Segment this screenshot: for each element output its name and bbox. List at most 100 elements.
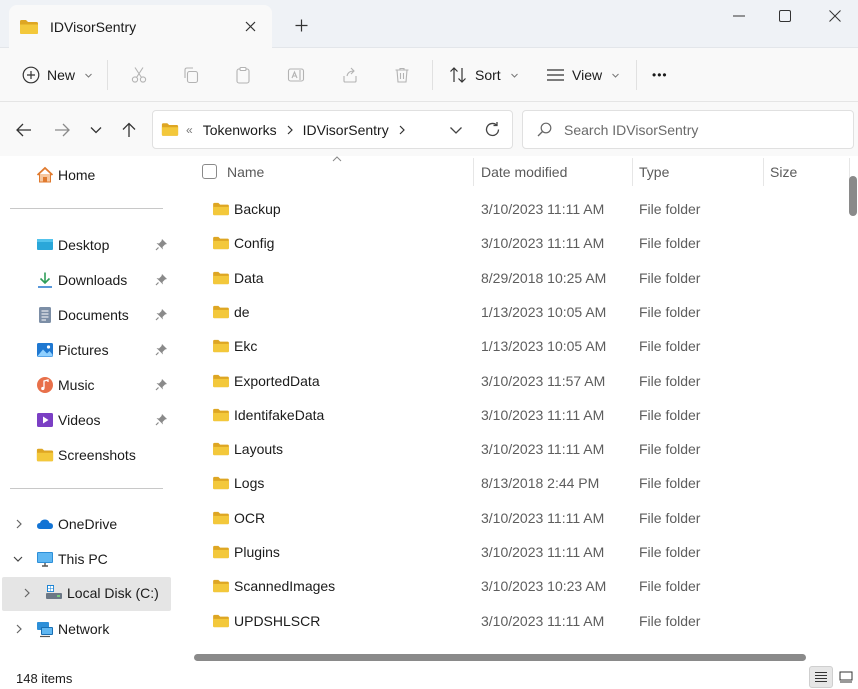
file-name: Logs: [234, 475, 265, 492]
pin-icon[interactable]: [155, 378, 168, 391]
sidebar-item-desktop[interactable]: Desktop: [0, 229, 172, 261]
sidebar-item-network[interactable]: Network: [0, 613, 172, 645]
sidebar-item-pictures[interactable]: Pictures: [0, 334, 172, 366]
folder-icon: [213, 237, 229, 250]
column-divider[interactable]: [473, 158, 474, 186]
details-view-button[interactable]: [809, 666, 833, 688]
table-row[interactable]: Layouts 3/10/2023 11:11 AM File folder: [202, 432, 842, 466]
sidebar-item-videos[interactable]: Videos: [0, 404, 172, 436]
table-row[interactable]: ScannedImages 3/10/2023 10:23 AM File fold…: [202, 569, 842, 603]
minimize-button[interactable]: [716, 0, 762, 32]
chevron-down-icon[interactable]: [449, 123, 463, 137]
table-row[interactable]: UPDSHLSCR 3/10/2023 11:11 AM File folder: [202, 604, 842, 638]
rename-button[interactable]: [280, 59, 312, 91]
file-type: File folder: [639, 338, 701, 355]
maximize-icon: [779, 10, 791, 22]
sidebar-item-music[interactable]: Music: [0, 369, 172, 401]
sidebar-item-home[interactable]: Home: [0, 159, 172, 191]
file-date-modified: 8/13/2018 2:44 PM: [481, 475, 600, 492]
refresh-icon[interactable]: [484, 121, 501, 138]
search-box[interactable]: [522, 110, 854, 149]
breadcrumb-overflow[interactable]: «: [186, 123, 193, 137]
cut-button[interactable]: [123, 59, 155, 91]
column-divider[interactable]: [763, 158, 764, 186]
view-button[interactable]: View: [546, 59, 620, 91]
chevron-right-icon[interactable]: [286, 125, 294, 135]
sidebar-item-label: Downloads: [58, 272, 128, 288]
column-divider[interactable]: [632, 158, 633, 186]
toolbar-divider: [432, 60, 433, 90]
home-icon: [36, 166, 54, 183]
arrow-left-icon: [16, 123, 31, 137]
clipboard-icon: [236, 66, 250, 84]
vertical-scrollbar[interactable]: [849, 176, 857, 216]
pin-icon[interactable]: [155, 238, 168, 251]
sidebar-item-this-pc[interactable]: This PC: [0, 543, 172, 575]
table-row[interactable]: ExportedData 3/10/2023 11:57 AM File folde…: [202, 364, 842, 398]
sort-button[interactable]: Sort: [449, 59, 519, 91]
close-window-button[interactable]: [812, 0, 858, 32]
table-row[interactable]: Ekc 1/13/2023 10:05 AM File folder: [202, 329, 842, 363]
paste-button[interactable]: [227, 59, 259, 91]
pin-icon[interactable]: [155, 308, 168, 321]
chevron-right-icon[interactable]: [22, 587, 32, 599]
up-button[interactable]: [117, 118, 141, 142]
column-header-date[interactable]: Date modified: [481, 156, 567, 188]
file-date-modified: 3/10/2023 11:11 AM: [481, 406, 605, 423]
pictures-icon: [37, 343, 53, 357]
folder-icon: [213, 580, 229, 593]
table-row[interactable]: Plugins 3/10/2023 11:11 AM File folder: [202, 535, 842, 569]
new-tab-button[interactable]: [290, 14, 312, 36]
breadcrumb-idvisorsentry[interactable]: IDVisorSentry: [303, 122, 389, 138]
table-row[interactable]: Logs 8/13/2018 2:44 PM File folder: [202, 466, 842, 500]
chevron-right-icon[interactable]: [398, 125, 406, 135]
table-row[interactable]: de 1/13/2023 10:05 AM File folder: [202, 295, 842, 329]
delete-button[interactable]: [386, 59, 418, 91]
column-header-type[interactable]: Type: [639, 156, 669, 188]
new-button[interactable]: New: [22, 59, 93, 91]
column-header-name[interactable]: Name: [227, 156, 264, 188]
details-view-icon: [815, 672, 827, 682]
command-bar: New Sort View •••: [0, 48, 858, 102]
table-row[interactable]: Backup 3/10/2023 11:11 AM File folder: [202, 192, 842, 226]
maximize-button[interactable]: [762, 0, 808, 32]
folder-icon: [213, 614, 229, 627]
share-button[interactable]: [334, 59, 366, 91]
chevron-right-icon[interactable]: [14, 623, 24, 635]
close-icon: [829, 10, 841, 22]
more-options-button[interactable]: •••: [652, 59, 668, 91]
file-date-modified: 3/10/2023 11:57 AM: [481, 372, 606, 389]
file-name: Layouts: [234, 441, 284, 458]
back-button[interactable]: [12, 118, 36, 142]
select-all-checkbox[interactable]: [202, 164, 217, 179]
pin-icon[interactable]: [155, 343, 168, 356]
minimize-icon: [733, 15, 745, 17]
large-icons-view-button[interactable]: [834, 666, 858, 688]
recent-locations-button[interactable]: [84, 118, 108, 142]
close-tab-button[interactable]: [242, 18, 258, 34]
file-name: OCR: [234, 509, 266, 526]
horizontal-scrollbar[interactable]: [194, 654, 806, 661]
search-input[interactable]: [564, 121, 834, 138]
sidebar-item-label: Network: [58, 621, 110, 637]
tab-idvisorsentry[interactable]: IDVisorSentry: [9, 5, 272, 48]
table-row[interactable]: Config 3/10/2023 11:11 AM File folder: [202, 226, 842, 260]
folder-icon: [20, 19, 38, 34]
chevron-down-icon[interactable]: [13, 553, 23, 565]
forward-button[interactable]: [50, 118, 74, 142]
chevron-right-icon[interactable]: [14, 518, 24, 530]
pin-icon[interactable]: [155, 413, 168, 426]
sidebar-item-local-disk[interactable]: Local Disk (C:): [2, 577, 171, 611]
table-row[interactable]: OCR 3/10/2023 11:11 AM File folder: [202, 501, 842, 535]
sidebar-item-onedrive[interactable]: OneDrive: [0, 508, 172, 540]
column-header-size[interactable]: Size: [770, 156, 797, 188]
address-bar[interactable]: « Tokenworks IDVisorSentry: [152, 110, 513, 149]
table-row[interactable]: Data 8/29/2018 10:25 AM File folder: [202, 261, 842, 295]
sidebar-item-screenshots[interactable]: Screenshots: [0, 439, 172, 471]
copy-button[interactable]: [175, 59, 207, 91]
table-row[interactable]: IdentifakeData 3/10/2023 11:11 AM File fol…: [202, 398, 842, 432]
sidebar-item-downloads[interactable]: Downloads: [0, 264, 172, 296]
pin-icon[interactable]: [155, 273, 168, 286]
sidebar-item-documents[interactable]: Documents: [0, 299, 172, 331]
breadcrumb-tokenworks[interactable]: Tokenworks: [203, 122, 277, 138]
